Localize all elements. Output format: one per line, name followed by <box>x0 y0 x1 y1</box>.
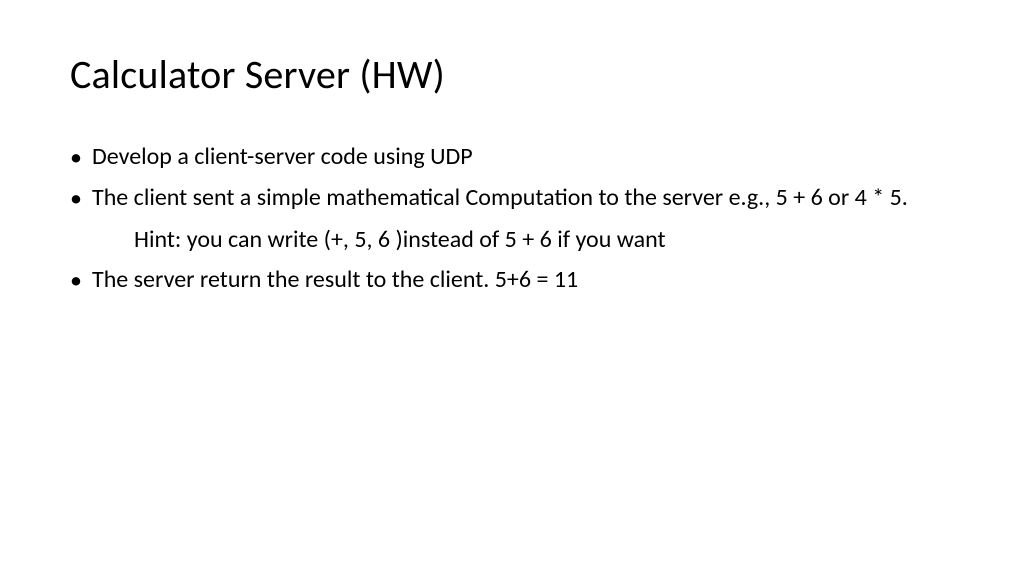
list-item: • The server return the result to the cl… <box>70 264 954 297</box>
slide-title: Calculator Server (HW) <box>70 50 954 99</box>
bullet-icon: • <box>70 141 92 174</box>
bullet-text: The client sent a simple mathematical Co… <box>92 182 954 215</box>
bullet-icon: • <box>70 182 92 215</box>
slide-content: • Develop a client-server code using UDP… <box>70 141 954 298</box>
list-item: • Develop a client-server code using UDP <box>70 141 954 174</box>
list-item: • The client sent a simple mathematical … <box>70 182 954 215</box>
bullet-icon: • <box>70 264 92 297</box>
bullet-text: The server return the result to the clie… <box>92 264 954 297</box>
bullet-text: Develop a client-server code using UDP <box>92 141 954 174</box>
hint-text: Hint: you can write (+, 5, 6 )instead of… <box>70 224 954 256</box>
